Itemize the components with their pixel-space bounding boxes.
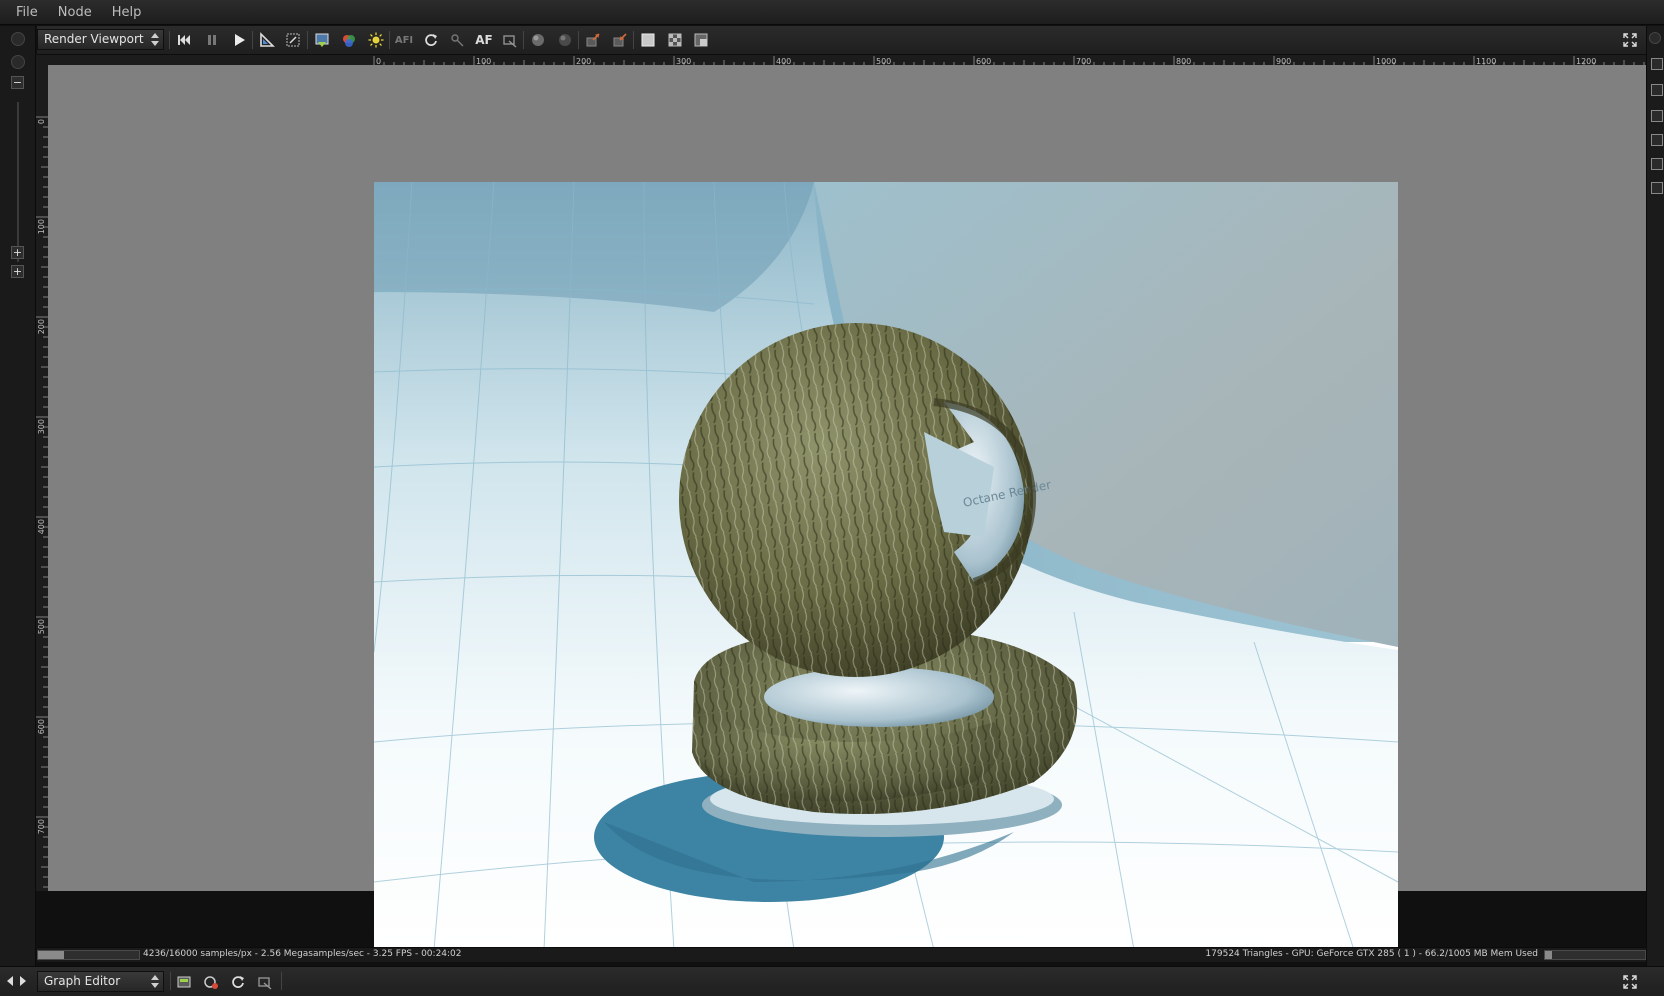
set-square-icon[interactable]: [257, 30, 277, 50]
view-select-label: Render Viewport: [44, 32, 144, 46]
ruler-horizontal: 0 100 200 300 400 500 600 700 800 900 1000 1100 1200: [48, 55, 1646, 65]
graph-refresh-icon[interactable]: [228, 972, 248, 992]
ruler-top-label: 100: [476, 57, 491, 65]
render-progress-bar: [37, 950, 140, 960]
overlay-icon[interactable]: [691, 30, 711, 50]
zoom-slider[interactable]: [17, 102, 19, 262]
sun-icon[interactable]: [366, 30, 386, 50]
graph-editor-select-label: Graph Editor: [44, 974, 121, 988]
ruler-left-label: 300: [37, 419, 46, 434]
help-icon[interactable]: [1651, 84, 1663, 96]
select-arrows-icon: [151, 974, 159, 989]
af-text-icon[interactable]: AF: [474, 30, 494, 50]
collapse-left-icon[interactable]: [6, 975, 14, 987]
af-dim-label: AFI: [394, 34, 414, 46]
maximize-viewport-icon[interactable]: [1623, 33, 1637, 47]
save-render-icon[interactable]: [312, 30, 332, 50]
sphere-grey-icon[interactable]: [528, 30, 548, 50]
render-stats-text: 4236/16000 samples/px - 2.56 Megasamples…: [143, 949, 462, 959]
graph-node-icon[interactable]: [201, 972, 221, 992]
region-icon[interactable]: [283, 30, 303, 50]
play-icon[interactable]: [229, 30, 249, 50]
ruler-top-label: 500: [876, 57, 891, 65]
database-icon[interactable]: [1651, 134, 1663, 146]
menu-bar: File Node Help: [0, 0, 1664, 25]
collapse-right-icon[interactable]: [19, 975, 27, 987]
sphere-dark-icon[interactable]: [555, 30, 575, 50]
ruler-top-label: 700: [1076, 57, 1091, 65]
ruler-left-label: 700: [37, 819, 46, 834]
maximize-graph-icon[interactable]: [1623, 975, 1637, 989]
ruler-top-label: 600: [976, 57, 991, 65]
checker-icon[interactable]: [665, 30, 685, 50]
texture-icon[interactable]: [1651, 182, 1663, 194]
toolbar-separator: [307, 31, 308, 49]
ruler-top-label: 0: [376, 57, 381, 65]
right-pin-icon[interactable]: [1649, 32, 1661, 44]
right-tool-panel: [1646, 26, 1664, 966]
render-progress-fill: [38, 951, 65, 959]
toolbar-separator: [170, 972, 171, 990]
graph-save-icon[interactable]: [174, 972, 194, 992]
panel-pin-icon[interactable]: [11, 32, 25, 46]
gpu-stats-text: 179524 Triangles - GPU: GeForce GTX 285 …: [1205, 949, 1538, 959]
pause-icon[interactable]: [202, 30, 222, 50]
ruler-top-label: 800: [1176, 57, 1191, 65]
status-bar: 4236/16000 samples/px - 2.56 Megasamples…: [37, 947, 1646, 962]
ruler-top-label: 1200: [1576, 57, 1596, 65]
af-label: AF: [475, 33, 493, 47]
toolbar-separator: [252, 31, 253, 49]
render-image[interactable]: Octane Render: [374, 182, 1398, 950]
graph-editor-select[interactable]: Graph Editor: [37, 971, 164, 992]
zoom-reset-button[interactable]: +: [11, 265, 24, 278]
menu-node[interactable]: Node: [48, 0, 102, 25]
ruler-top-label: 400: [776, 57, 791, 65]
ruler-left-label: 100: [37, 219, 46, 234]
ruler-top-label: 300: [676, 57, 691, 65]
toolbar-separator: [281, 972, 282, 990]
menu-help[interactable]: Help: [102, 0, 152, 25]
stack-icon[interactable]: [1651, 110, 1663, 122]
toolbar-separator: [578, 31, 579, 49]
restart-icon[interactable]: [174, 30, 194, 50]
white-square-icon[interactable]: [638, 30, 658, 50]
auto-focus-disabled-icon[interactable]: AFI: [394, 30, 414, 50]
left-zoom-panel: − + +: [0, 26, 36, 966]
ruler-top-label: 1000: [1376, 57, 1396, 65]
toolbar-separator: [523, 31, 524, 49]
graph-editor-bar: Graph Editor: [0, 966, 1664, 996]
ruler-left-label: 500: [37, 619, 46, 634]
render-toolbar: Render Viewport AFI AF: [37, 26, 1646, 55]
ruler-top-label: 900: [1276, 57, 1291, 65]
zoom-in-button[interactable]: +: [11, 246, 24, 259]
import-icon[interactable]: [610, 30, 630, 50]
toolbar-separator: [389, 31, 390, 49]
pick-focus-icon[interactable]: [447, 30, 467, 50]
ruler-left-label: 400: [37, 519, 46, 534]
refresh-icon[interactable]: [421, 30, 441, 50]
ruler-top-label: 200: [576, 57, 591, 65]
toolbar-separator: [169, 31, 170, 49]
ruler-left-label: 600: [37, 719, 46, 734]
ruler-vertical: 0100200300400500600700800: [36, 65, 48, 891]
graph-material-icon[interactable]: [255, 972, 275, 992]
select-arrows-icon: [151, 32, 159, 47]
material-pick-icon[interactable]: [500, 30, 520, 50]
ruler-top-label: 1100: [1476, 57, 1496, 65]
toolbar-separator: [633, 31, 634, 49]
menu-file[interactable]: File: [6, 0, 48, 25]
memory-usage-bar: [1544, 950, 1646, 960]
ruler-left-label: 200: [37, 319, 46, 334]
ruler-left-label: 0: [37, 119, 46, 124]
image-icon[interactable]: [1651, 158, 1663, 170]
color-picker-icon[interactable]: [339, 30, 359, 50]
layers-icon[interactable]: [1651, 58, 1663, 70]
render-viewport[interactable]: Octane Render: [48, 65, 1646, 950]
zoom-out-button[interactable]: −: [11, 76, 24, 89]
view-select[interactable]: Render Viewport: [37, 29, 164, 50]
zoom-fit-icon[interactable]: [11, 55, 25, 69]
ruler-corner: [36, 55, 48, 65]
memory-usage-fill: [1545, 951, 1552, 959]
export-icon[interactable]: [583, 30, 603, 50]
